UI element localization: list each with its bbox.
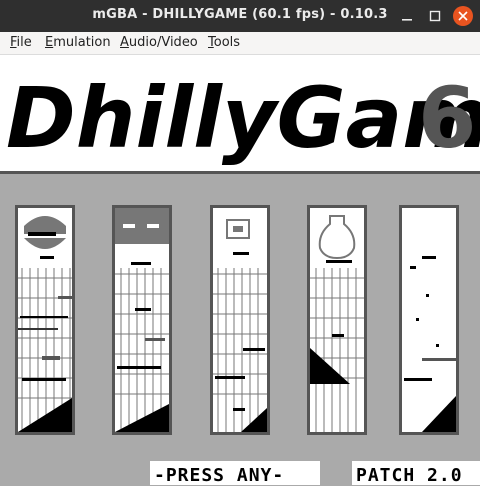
press-any-box: -PRESS ANY- bbox=[150, 461, 320, 486]
title-banner: DhillyGame 6 bbox=[0, 55, 480, 171]
title-number: 6 bbox=[418, 69, 476, 167]
card-art-2 bbox=[115, 208, 169, 432]
maximize-button[interactable] bbox=[425, 6, 445, 26]
minimize-icon bbox=[402, 19, 412, 21]
level-card-3[interactable] bbox=[210, 205, 270, 435]
card-art-1 bbox=[18, 216, 72, 432]
menu-bar: File Emulation Audio/Video Tools bbox=[0, 32, 480, 55]
level-card-1[interactable] bbox=[15, 205, 75, 435]
card-art-5 bbox=[404, 256, 456, 432]
level-card-2[interactable] bbox=[112, 205, 172, 435]
card-art-3 bbox=[213, 219, 267, 432]
game-screen[interactable]: DhillyGame 6 bbox=[0, 55, 480, 486]
maximize-icon bbox=[429, 10, 441, 22]
press-any-text: -PRESS ANY- bbox=[154, 465, 285, 486]
patch-text: PATCH 2.0 bbox=[356, 465, 463, 486]
close-icon bbox=[458, 11, 468, 21]
minimize-button[interactable] bbox=[397, 6, 417, 26]
menu-tools[interactable]: Tools bbox=[208, 35, 240, 50]
level-card-5[interactable] bbox=[399, 205, 459, 435]
card-art-4 bbox=[310, 215, 364, 432]
banner-divider bbox=[0, 171, 480, 174]
menu-file[interactable]: File bbox=[10, 35, 32, 50]
level-card-4[interactable] bbox=[307, 205, 367, 435]
title-logo: DhillyGame 6 bbox=[6, 69, 480, 167]
window-titlebar: mGBA - DHILLYGAME (60.1 fps) - 0.10.3 bbox=[0, 0, 480, 32]
title-text: DhillyGame bbox=[6, 69, 480, 167]
menu-audio-video[interactable]: Audio/Video bbox=[120, 35, 198, 50]
menu-emulation[interactable]: Emulation bbox=[45, 35, 111, 50]
patch-box: PATCH 2.0 bbox=[352, 461, 480, 486]
close-button[interactable] bbox=[453, 6, 473, 26]
